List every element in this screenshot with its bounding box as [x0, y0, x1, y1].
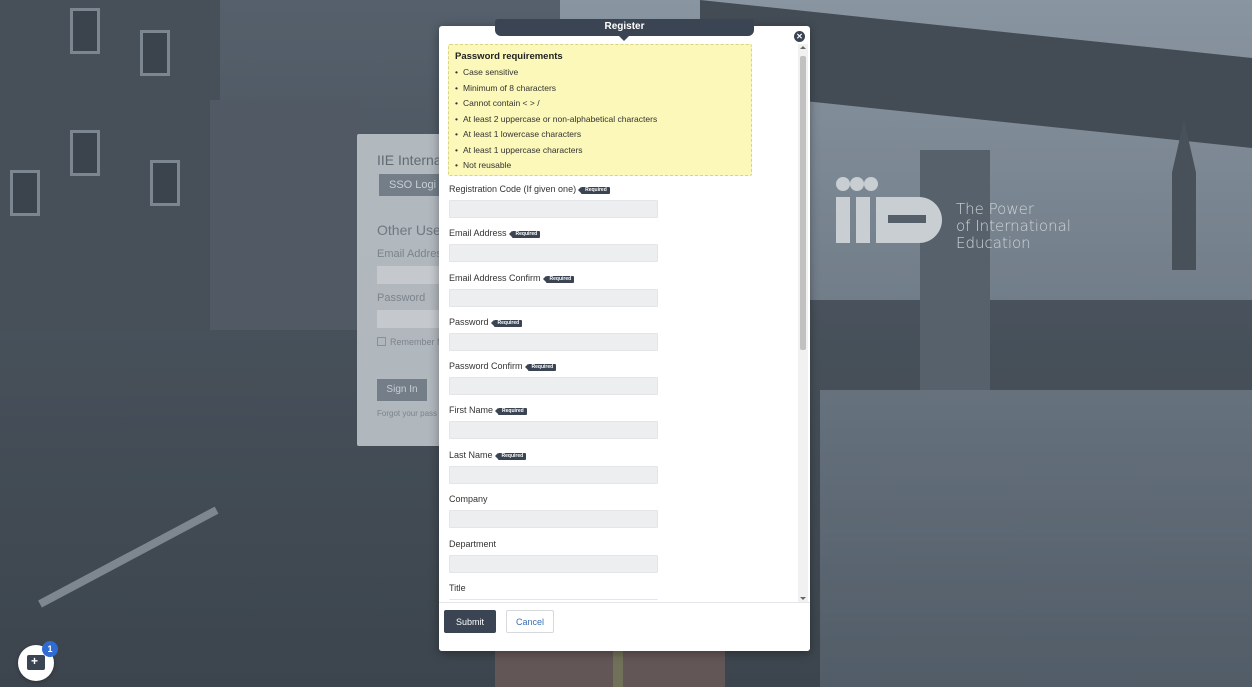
list-item: Not reusable	[455, 158, 745, 174]
field-label: Department	[449, 539, 497, 549]
title-input[interactable]	[449, 599, 658, 600]
scrollbar-thumb[interactable]	[800, 56, 806, 350]
chat-widget-button[interactable]: 1	[18, 641, 58, 681]
field-department: Department	[449, 538, 789, 573]
required-badge: Required	[524, 364, 557, 371]
chat-icon	[27, 654, 45, 670]
register-modal: Register ✕ Password requirements Case se…	[439, 19, 810, 651]
field-label: Password Confirm	[449, 361, 523, 371]
list-item: Minimum of 8 characters	[455, 81, 745, 97]
list-item: At least 1 lowercase characters	[455, 127, 745, 143]
list-item: Cannot contain < > /	[455, 96, 745, 112]
field-last-name: Last Name Required	[449, 449, 789, 484]
requirements-title: Password requirements	[455, 51, 563, 62]
field-label: Password	[449, 317, 489, 327]
field-label: First Name	[449, 405, 494, 415]
field-label: Title	[449, 583, 466, 593]
required-badge: Required	[508, 231, 541, 238]
password-requirements: Password requirements Case sensitive Min…	[448, 44, 752, 176]
password-confirm-input[interactable]	[449, 377, 658, 395]
list-item: At least 1 uppercase characters	[455, 143, 745, 159]
required-badge: Required	[542, 276, 575, 283]
field-label: Last Name	[449, 450, 493, 460]
field-label: Email Address Confirm	[449, 273, 541, 283]
last-name-input[interactable]	[449, 466, 658, 484]
modal-title: Register	[495, 19, 754, 41]
required-badge: Required	[495, 408, 527, 415]
field-email: Email Address Required	[449, 227, 789, 262]
department-input[interactable]	[449, 555, 658, 573]
field-label: Company	[449, 494, 488, 504]
notification-count-badge: 1	[42, 641, 58, 657]
email-confirm-input[interactable]	[449, 289, 658, 307]
field-email-confirm: Email Address Confirm Required	[449, 272, 789, 307]
password-input[interactable]	[449, 333, 658, 351]
registration-code-input[interactable]	[449, 200, 658, 218]
first-name-input[interactable]	[449, 421, 658, 439]
scroll-up-icon[interactable]	[800, 46, 806, 49]
requirements-list: Case sensitive Minimum of 8 characters C…	[455, 65, 745, 174]
submit-button[interactable]: Submit	[444, 610, 496, 633]
field-company: Company	[449, 493, 789, 528]
field-password-confirm: Password Confirm Required	[449, 360, 789, 395]
field-registration-code: Registration Code (If given one) Required	[449, 183, 789, 218]
required-badge: Required	[494, 453, 527, 460]
required-badge: Required	[490, 320, 523, 327]
scroll-down-icon[interactable]	[800, 597, 806, 600]
cancel-button[interactable]: Cancel	[506, 610, 554, 633]
field-password: Password Required	[449, 316, 789, 351]
modal-footer: Submit Cancel	[439, 602, 810, 651]
field-first-name: First Name Required	[449, 404, 789, 439]
company-input[interactable]	[449, 510, 658, 528]
list-item: At least 2 uppercase or non-alphabetical…	[455, 112, 745, 128]
form-scroll-area: Password requirements Case sensitive Min…	[439, 44, 810, 600]
close-icon[interactable]: ✕	[794, 31, 805, 42]
list-item: Case sensitive	[455, 65, 745, 81]
required-badge: Required	[578, 187, 610, 194]
email-input[interactable]	[449, 244, 658, 262]
field-title: Title	[449, 582, 789, 600]
field-label: Email Address	[449, 228, 507, 238]
scrollbar[interactable]	[798, 44, 808, 602]
field-label: Registration Code (If given one)	[449, 184, 577, 194]
